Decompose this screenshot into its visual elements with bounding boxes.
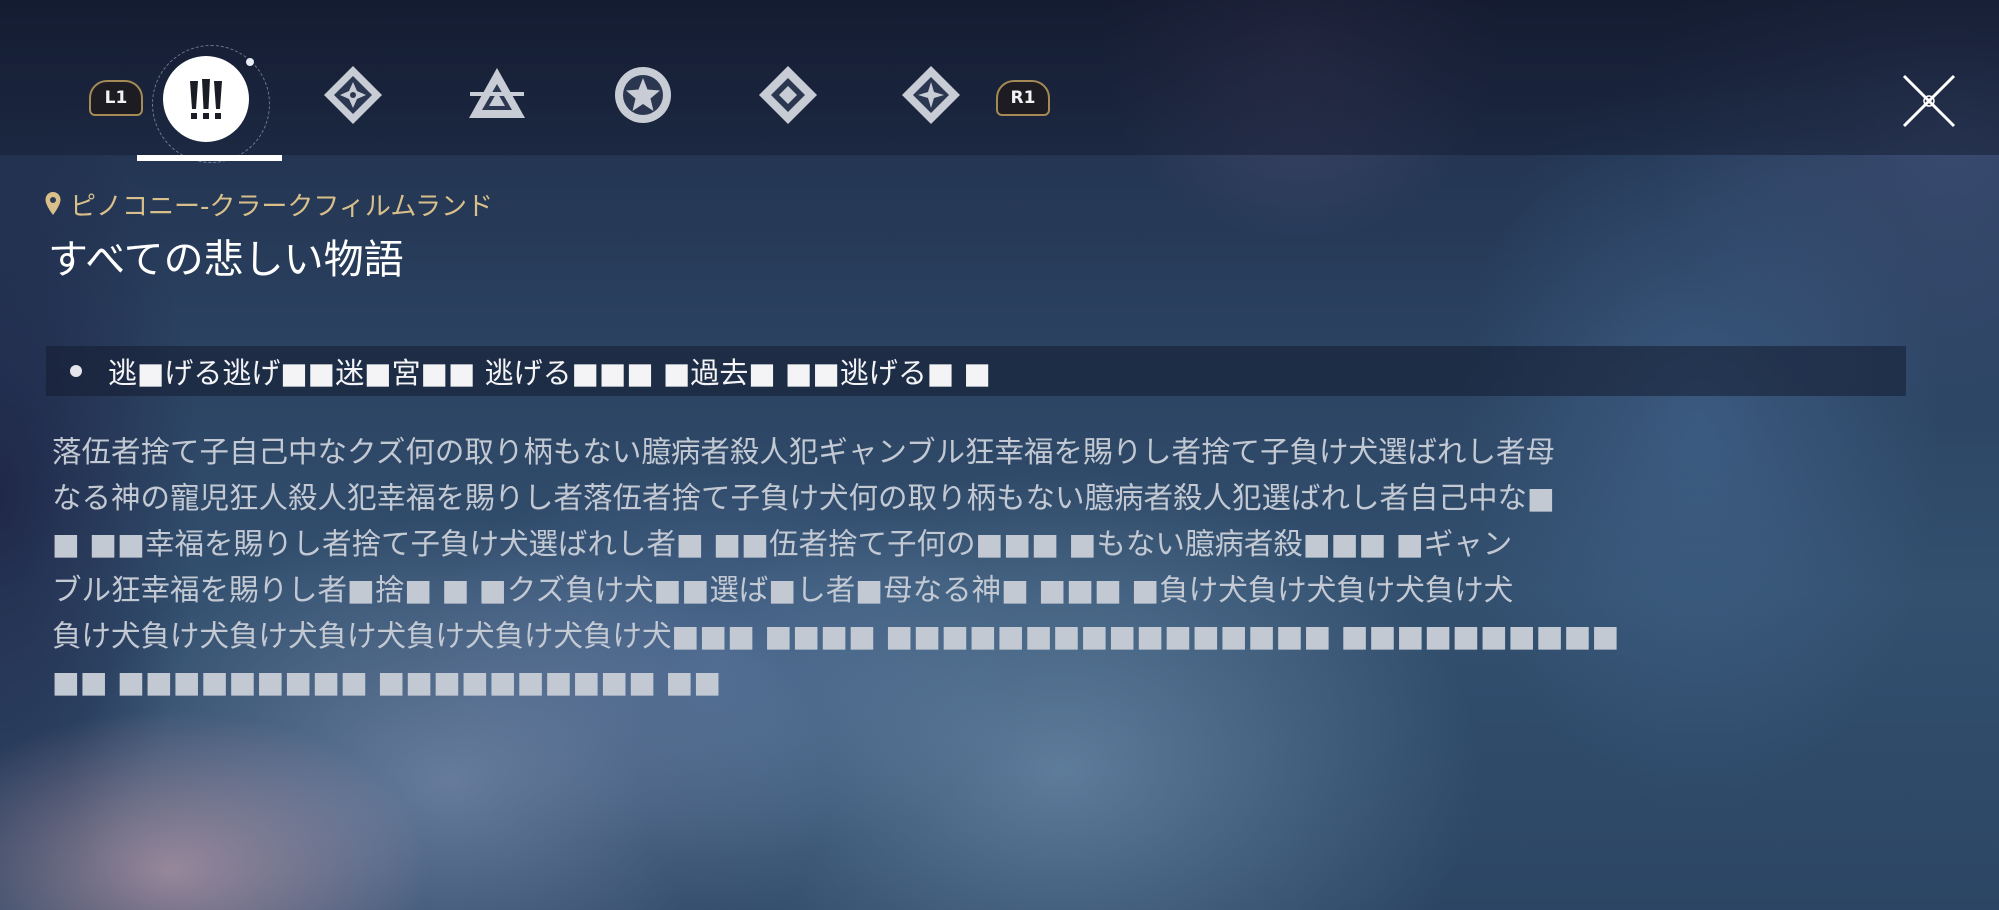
tab-companion-mission[interactable] — [310, 52, 396, 138]
quest-type-tab-bar: L1 R1 — [0, 0, 1999, 163]
diamond-star-icon — [324, 66, 382, 124]
description-line: 負け犬負け犬負け犬負け犬負け犬負け犬負け犬■■■ ■■■■ ■■■■■■■■■■… — [52, 619, 1620, 653]
tab-event-mission[interactable] — [745, 52, 831, 138]
diamond-icon — [759, 66, 817, 124]
active-tab-underline — [137, 155, 282, 161]
description-line: ブル狂幸福を賜りし者■捨■ ■ ■クズ負け犬■■選ば■し者■母なる神■ ■■■ … — [52, 573, 1514, 607]
r1-button-hint[interactable]: R1 — [996, 80, 1050, 116]
quest-title: すべての悲しい物語 — [48, 237, 404, 283]
tab-other-mission[interactable] — [888, 52, 974, 138]
star-icon — [615, 67, 671, 123]
location-pin-icon — [45, 192, 61, 215]
objective-bullet-icon — [70, 365, 82, 377]
tab-trailblaze-mission[interactable] — [163, 56, 249, 142]
description-line: ■■ ■■■■■■■■■ ■■■■■■■■■■ ■■ — [52, 665, 722, 699]
quest-objective[interactable]: 逃■げる逃げ■■迷■宮■■ 逃げる■■■ ■過去■ ■■逃げる■ ■ — [46, 346, 1906, 396]
description-line: ■ ■■幸福を賜りし者捨て子負け犬選ばれし者■ ■■伍者捨て子何の■■■ ■もな… — [52, 527, 1513, 561]
close-button[interactable] — [1896, 68, 1962, 134]
quest-description: 落伍者捨て子自己中なクズ何の取り柄もない臆病者殺人犯ギャンブル狂幸福を賜りし者捨… — [52, 429, 1912, 705]
active-tab-dot — [246, 58, 254, 66]
quest-location-label: ピノコニー-クラークフィルムランド — [70, 191, 494, 222]
quest-detail-screen: L1 R1 ピノコニー-クラークフィルムランド すべての悲しい物語 逃■げる逃げ… — [0, 0, 1999, 910]
tab-adventure-mission[interactable] — [454, 52, 540, 138]
exclamation-triple-icon — [190, 79, 222, 119]
close-icon — [1902, 74, 1956, 128]
description-line: 落伍者捨て子自己中なクズ何の取り柄もない臆病者殺人犯ギャンブル狂幸福を賜りし者捨… — [52, 435, 1556, 469]
diamond-sparkle-icon — [902, 66, 960, 124]
tab-daily-mission[interactable] — [600, 52, 686, 138]
triangle-icon — [469, 68, 525, 118]
objective-text: 逃■げる逃げ■■迷■宮■■ 逃げる■■■ ■過去■ ■■逃げる■ ■ — [108, 356, 991, 390]
description-line: なる神の寵児狂人殺人犯幸福を賜りし者落伍者捨て子負け犬何の取り柄もない臆病者殺人… — [52, 481, 1555, 515]
l1-button-hint[interactable]: L1 — [89, 80, 143, 116]
quest-location: ピノコニー-クラークフィルムランド — [44, 186, 493, 222]
